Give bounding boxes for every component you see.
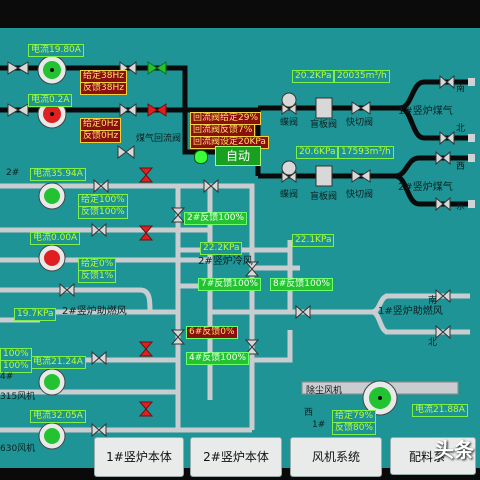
cooling-pressure-a: 22.2KPa [200, 242, 243, 255]
nav-furnace2-body[interactable]: 2#竖炉本体 [190, 437, 282, 477]
furnace1-north: 北 [456, 124, 466, 134]
dust-fan-title: 除尘风机 [306, 386, 343, 396]
cooling-pressure-b: 22.1KPa [292, 234, 335, 247]
left-label-c: 4# [0, 372, 14, 382]
fan-a-current: 电流21.24A [30, 356, 86, 369]
valve-2-feedback: 2#反馈100% [184, 212, 247, 225]
auto-button[interactable]: 自动 [215, 146, 261, 166]
comb-north: 北 [428, 338, 438, 348]
fan-b-current: 电流32.05A [30, 410, 86, 423]
comb-label-2: 2#竖炉助燃风 [62, 306, 127, 317]
fan-2-label: 2# [6, 168, 20, 178]
furnace1-gas-label: 1#竖炉煤气 [398, 106, 453, 117]
comb-pressure: 19.7KPa [14, 308, 57, 321]
furnace2-pressure: 20.6KPa [296, 146, 339, 159]
fan2-current: 电流0.2A [28, 94, 73, 107]
valve-7-feedback: 7#反馈100% [198, 278, 261, 291]
nav-fan-system[interactable]: 风机系统 [290, 437, 382, 477]
furnace2-flow: 17593m³/h [338, 146, 394, 159]
comb-label-1: 1#竖炉助燃风 [378, 306, 443, 317]
furnace2-blind-label: 盲板阀 [310, 192, 338, 202]
fan-green-1 [37, 55, 67, 85]
fan1-current: 电流19.80A [28, 44, 84, 57]
valve-6-feedback: 6#反馈0% [186, 326, 238, 339]
fan-2-current: 电流35.94A [30, 168, 86, 181]
valve-4-feedback: 4#反馈100% [186, 352, 249, 365]
watermark: 头条 [434, 438, 474, 462]
dust-fan-current: 电流21.88A [412, 404, 468, 417]
furnace1-south: 南 [456, 84, 466, 94]
fan-3-current: 电流0.00A [30, 232, 81, 245]
nav-furnace1-body[interactable]: 1#竖炉本体 [94, 437, 184, 477]
left-label-e: 630风机 [0, 444, 36, 454]
cooling-label: 2#竖炉冷风 [198, 256, 253, 267]
furnace2-gas-label: 2#竖炉煤气 [398, 182, 453, 193]
furnace2-fastcut-label: 快切阀 [346, 190, 374, 200]
status-led [194, 150, 208, 164]
furnace2-west: 西 [456, 162, 466, 172]
furnace2-east: 东 [456, 202, 466, 212]
return-valve-label: 煤气回流阀 [136, 134, 182, 144]
furnace1-fastcut-label: 快切阀 [346, 118, 374, 128]
fan-2-feedback: 反馈100% [78, 206, 128, 219]
furnace1-blind-label: 盲板阀 [310, 120, 338, 130]
furnace2-butterfly-label: 蝶阀 [280, 190, 299, 200]
fan-5 [38, 422, 66, 450]
comb-south: 南 [428, 296, 438, 306]
fan-3 [38, 244, 66, 272]
pipe-end-caps [468, 78, 475, 208]
fan2-feedback: 反馈0Hz [80, 130, 122, 143]
left-label-d: 315风机 [0, 392, 36, 402]
dust-fan-feedback: 反馈80% [332, 422, 377, 435]
fan-2 [38, 182, 66, 210]
scada-screen: 电流19.80A 给定38Hz 反馈38Hz 电流0.2A 给定0Hz 反馈0H… [0, 0, 480, 480]
fan-3-feedback: 反馈1% [78, 270, 117, 283]
furnace1-butterfly-label: 蝶阀 [280, 118, 299, 128]
valve-8-feedback: 8#反馈100% [270, 278, 333, 291]
fan-4 [38, 368, 66, 396]
dust-label-1: 1# [312, 420, 326, 430]
furnace1-flow: 20035m³/h [334, 70, 390, 83]
furnace1-pressure: 20.2KPa [292, 70, 335, 83]
dust-west: 西 [304, 408, 314, 418]
fan1-feedback: 反馈38Hz [80, 82, 127, 95]
